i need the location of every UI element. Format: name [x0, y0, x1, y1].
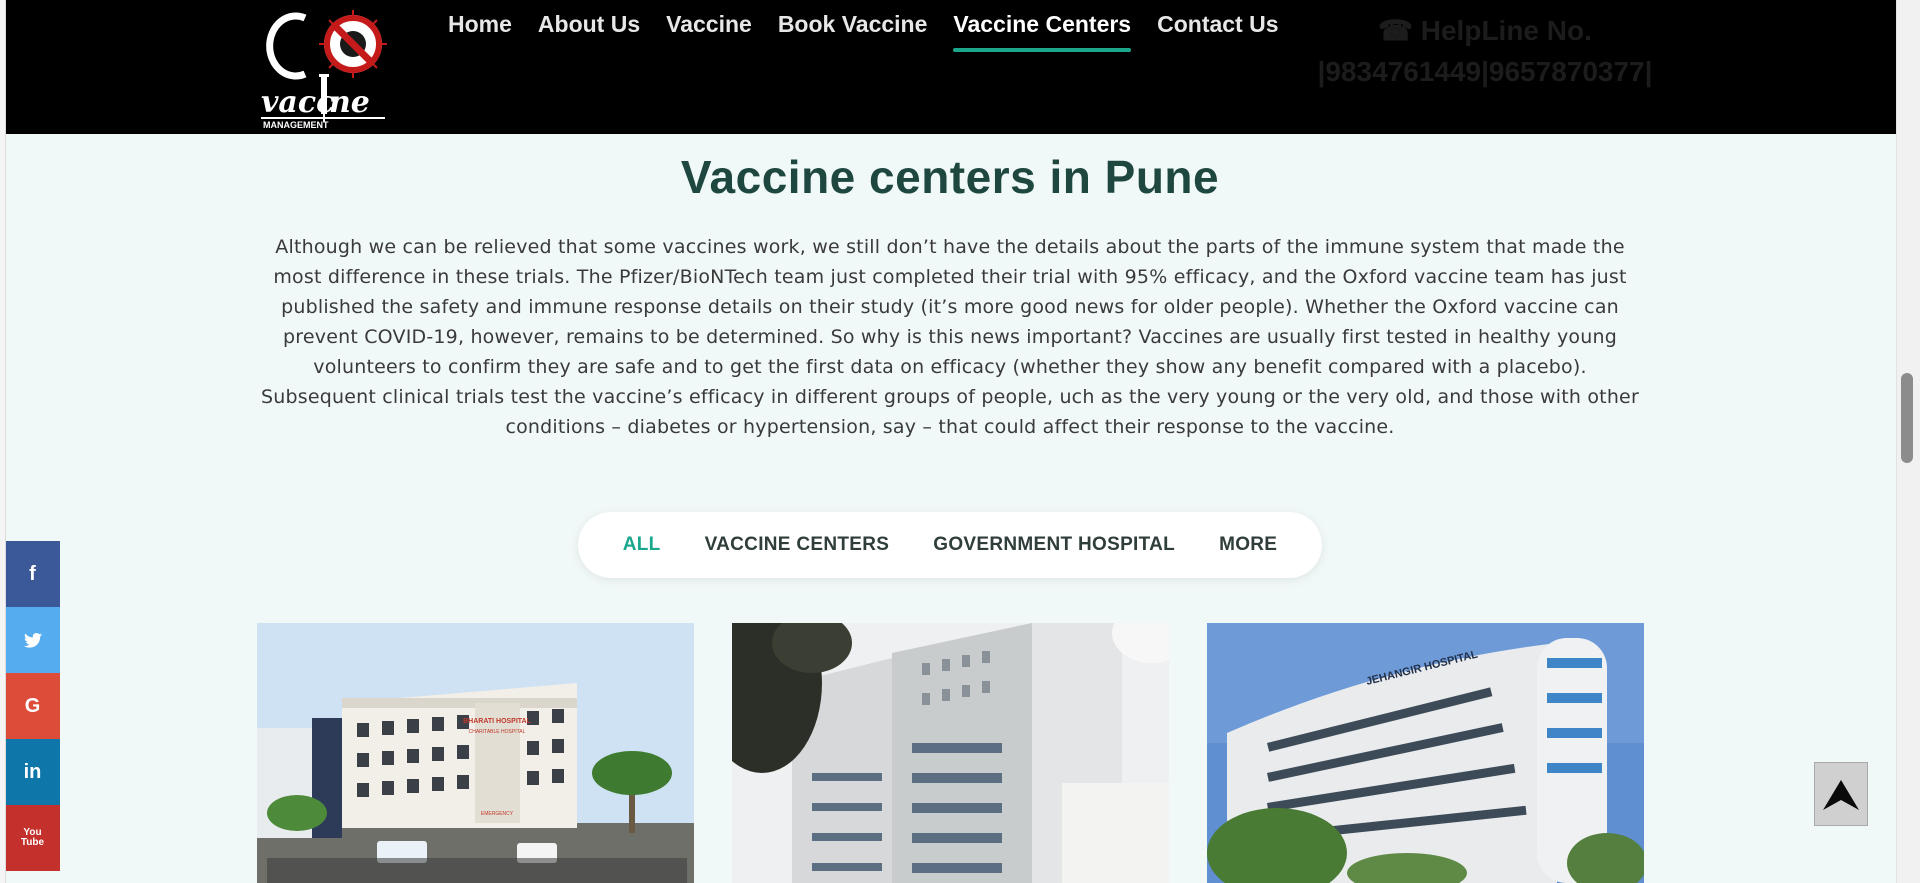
nav-book-vaccine[interactable]: Book Vaccine [765, 8, 941, 52]
twitter-icon[interactable] [5, 607, 60, 673]
co-vaccine-logo-icon: vacc ne MANAGEMENT [261, 10, 387, 129]
phone-icon: ☎ [1378, 15, 1413, 46]
window-left-edge [0, 0, 6, 883]
filter-vaccine-centers[interactable]: VACCINE CENTERS [683, 534, 912, 556]
facebook-icon[interactable]: f [5, 541, 60, 607]
filter-government-hospital[interactable]: GOVERNMENT HOSPITAL [911, 534, 1197, 556]
page: vacc ne MANAGEMENT Home About Us Vaccine… [0, 0, 1920, 883]
scrollbar-thumb[interactable] [1901, 373, 1913, 463]
back-to-top-button[interactable] [1814, 762, 1868, 826]
hospital-photo [732, 623, 1169, 883]
helpline-block: ☎ HelpLine No. |9834761449|9657870377| [1305, 10, 1665, 92]
site-header: vacc ne MANAGEMENT Home About Us Vaccine… [5, 0, 1896, 134]
helpline-numbers[interactable]: |9834761449|9657870377| [1305, 51, 1665, 92]
page-title: Vaccine centers in Pune [680, 151, 1220, 203]
linkedin-icon[interactable]: in [5, 739, 60, 805]
hospital-photo: JEHANGIR HOSPITAL [1207, 623, 1644, 883]
nav-home[interactable]: Home [435, 8, 525, 52]
hospital-sign: BHARATI HOSPITAL [463, 718, 532, 725]
nav-about-us[interactable]: About Us [525, 8, 653, 52]
nav-vaccine[interactable]: Vaccine [653, 8, 765, 52]
filter-all[interactable]: ALL [601, 534, 683, 556]
center-card-jehangir-hospital[interactable]: JEHANGIR HOSPITAL [1207, 623, 1644, 883]
nav-contact-us[interactable]: Contact Us [1144, 8, 1291, 52]
center-card-bharati-hospital[interactable]: BHARATI HOSPITAL CHARITABLE HOSPITAL EME… [257, 623, 694, 883]
filter-more[interactable]: MORE [1197, 534, 1299, 556]
helpline-label: HelpLine No. [1420, 15, 1592, 46]
svg-text:MANAGEMENT: MANAGEMENT [263, 120, 329, 129]
hospital-sign-sub: CHARITABLE HOSPITAL [469, 729, 526, 735]
arrow-up-icon [1823, 780, 1859, 810]
nav-vaccine-centers[interactable]: Vaccine Centers [940, 8, 1144, 52]
main-navigation: Home About Us Vaccine Book Vaccine Vacci… [435, 8, 1292, 52]
social-share-bar: f G in You Tube [5, 541, 60, 871]
site-logo[interactable]: vacc ne MANAGEMENT [257, 4, 397, 129]
svg-text:ne: ne [329, 85, 370, 120]
twitter-bird-icon [23, 632, 42, 648]
intro-paragraph: Although we can be relieved that some va… [261, 236, 1639, 438]
youtube-icon[interactable]: You Tube [5, 805, 60, 871]
hospital-photo: BHARATI HOSPITAL CHARITABLE HOSPITAL EME… [257, 623, 694, 883]
emergency-sign: EMERGENCY [481, 811, 514, 817]
center-card-hospital-tower[interactable] [732, 623, 1169, 883]
google-icon[interactable]: G [5, 673, 60, 739]
category-filter-bar: ALL VACCINE CENTERS GOVERNMENT HOSPITAL … [578, 512, 1322, 578]
